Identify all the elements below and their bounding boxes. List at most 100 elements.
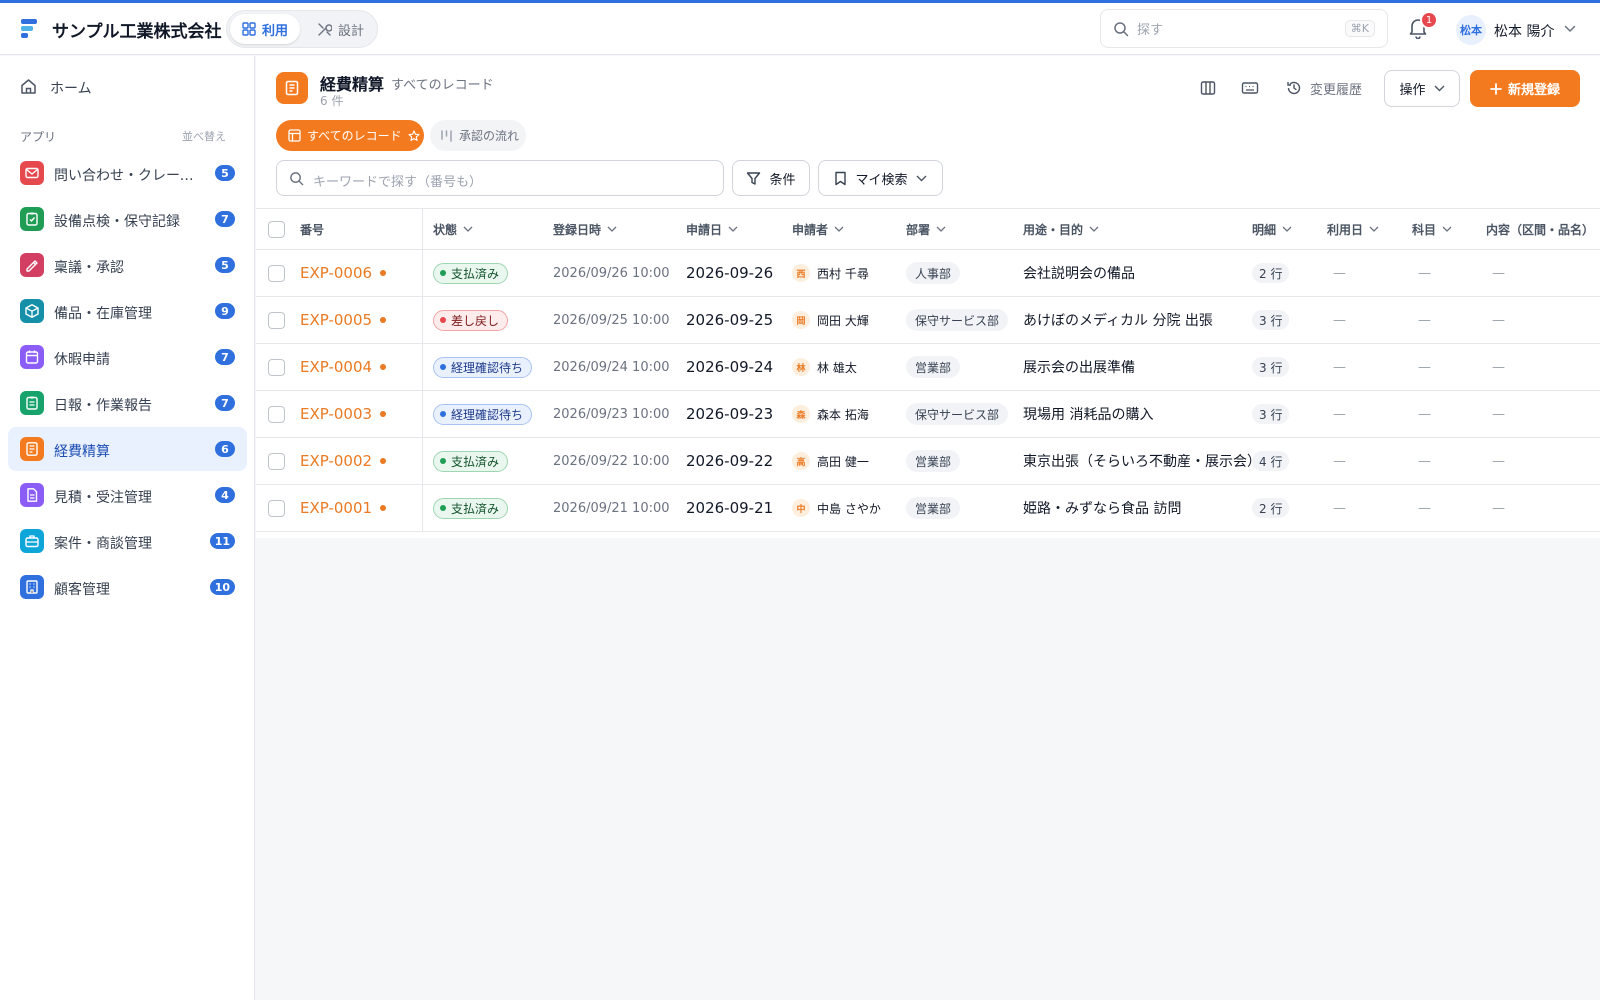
sidebar-app-item[interactable]: 設備点検・保守記録 7 — [8, 197, 247, 241]
row-checkbox[interactable] — [268, 499, 285, 517]
star-icon[interactable] — [408, 129, 420, 142]
keyword-search-input[interactable]: キーワードで探す（番号も） — [276, 160, 724, 196]
sidebar-app-item[interactable]: 顧客管理 10 — [8, 565, 247, 609]
row-checkbox[interactable] — [268, 358, 285, 376]
column-header-label: 登録日時 — [553, 222, 602, 237]
column-header[interactable]: 申請日 — [686, 209, 738, 249]
chevron-down-icon[interactable] — [1089, 226, 1099, 233]
mode-design-button[interactable]: 設計 — [305, 14, 376, 44]
tab-all-records[interactable]: すべてのレコード — [276, 120, 424, 151]
record-id-link[interactable]: EXP-0002 — [300, 438, 387, 484]
status-dot — [440, 458, 446, 464]
my-search-button[interactable]: マイ検索 — [818, 160, 943, 196]
columns-icon[interactable] — [1200, 80, 1216, 96]
table-row[interactable]: EXP-0006 支払済み 2026/09/26 10:00 2026-09-26 西西… — [256, 250, 1600, 297]
app-logo-icon[interactable] — [19, 17, 41, 39]
receipt-icon — [285, 80, 299, 96]
tab-approval-flow[interactable]: 承認の流れ — [430, 120, 526, 151]
sidebar-sort-button[interactable]: 並べ替え — [182, 128, 226, 144]
use-date-empty: — — [1333, 265, 1346, 281]
chevron-down-icon — [1434, 85, 1444, 92]
content-empty: — — [1492, 406, 1505, 422]
unread-dot — [380, 364, 387, 370]
table-row[interactable]: EXP-0005 差し戻し 2026/09/25 10:00 2026-09-25 岡岡… — [256, 297, 1600, 344]
operations-label: 操作 — [1399, 83, 1426, 98]
record-id-link[interactable]: EXP-0003 — [300, 391, 387, 437]
column-header[interactable]: 状態 — [433, 209, 473, 249]
applicant-name: 森本 拓海 — [817, 407, 869, 422]
chevron-down-icon[interactable] — [936, 226, 946, 233]
table-row[interactable]: EXP-0003 経理確認待ち 2026/09/23 10:00 2026-09-23… — [256, 391, 1600, 438]
row-checkbox[interactable] — [268, 311, 285, 329]
new-record-button[interactable]: 新規登録 — [1470, 70, 1580, 107]
column-header[interactable]: 部署 — [906, 209, 946, 249]
subject-empty: — — [1418, 265, 1431, 281]
row-checkbox[interactable] — [268, 452, 285, 470]
chevron-down-icon[interactable] — [463, 226, 473, 233]
row-checkbox[interactable] — [268, 405, 285, 423]
column-header[interactable]: 明細 — [1252, 209, 1292, 249]
chevron-down-icon[interactable] — [1564, 25, 1576, 33]
global-search-input[interactable]: 探す ⌘K — [1100, 9, 1388, 48]
sidebar-item-home[interactable]: ホーム — [8, 68, 247, 104]
column-header[interactable]: 科目 — [1412, 209, 1452, 249]
sidebar-app-item[interactable]: 見積・受注管理 4 — [8, 473, 247, 517]
chevron-down-icon[interactable] — [728, 226, 738, 233]
table-icon — [288, 129, 301, 142]
status-dot — [440, 317, 446, 323]
registered-datetime: 2026/09/24 10:00 — [553, 359, 670, 375]
applicant-cell: 林林 雄太 — [792, 344, 857, 390]
table-row[interactable]: EXP-0002 支払済み 2026/09/22 10:00 2026-09-22 高高… — [256, 438, 1600, 485]
sidebar-app-item[interactable]: 日報・作業報告 7 — [8, 381, 247, 425]
sidebar-app-item[interactable]: 経費精算 6 — [8, 427, 247, 471]
chevron-down-icon[interactable] — [1369, 226, 1379, 233]
sidebar-app-item[interactable]: 稟議・承認 5 — [8, 243, 247, 287]
table-row[interactable]: EXP-0001 支払済み 2026/09/21 10:00 2026-09-21 中中… — [256, 485, 1600, 532]
table-row[interactable]: EXP-0004 経理確認待ち 2026/09/24 10:00 2026-09-24… — [256, 344, 1600, 391]
column-header[interactable]: 申請者 — [792, 209, 844, 249]
sidebar-app-count: 6 — [215, 441, 235, 457]
request-date: 2026-09-22 — [686, 452, 774, 470]
line-count-badge: 3 行 — [1252, 310, 1290, 330]
mode-use-button[interactable]: 利用 — [230, 14, 301, 44]
keyboard-icon[interactable] — [1241, 80, 1259, 96]
column-header[interactable]: 利用日 — [1327, 209, 1379, 249]
department-cell: 営業部 — [906, 344, 961, 390]
chevron-down-icon[interactable] — [1442, 226, 1452, 233]
user-avatar[interactable]: 松本 — [1456, 15, 1486, 45]
registered-datetime: 2026/09/21 10:00 — [553, 500, 670, 516]
sidebar-app-item[interactable]: 案件・商談管理 11 — [8, 519, 247, 563]
column-header[interactable]: 内容（区間・品名） — [1486, 209, 1600, 249]
sidebar-app-label: 見積・受注管理 — [54, 490, 152, 506]
sidebar-app-list: 問い合わせ・クレーム管理 5 設備点検・保守記録 7 稟議・承認 5 備品・在庫管理 9 休暇申… — [8, 151, 247, 611]
sidebar-app-item[interactable]: 問い合わせ・クレーム管理 5 — [8, 151, 247, 195]
record-id-link[interactable]: EXP-0005 — [300, 297, 387, 343]
record-id-link[interactable]: EXP-0001 — [300, 485, 387, 531]
department-tag: 保守サービス部 — [906, 309, 1009, 331]
use-date-empty: — — [1333, 406, 1346, 422]
history-button[interactable]: 変更履歴 — [1286, 76, 1362, 100]
sidebar-app-item[interactable]: 休暇申請 7 — [8, 335, 247, 379]
column-header[interactable]: 用途・目的 — [1023, 209, 1099, 249]
subject-empty: — — [1418, 406, 1431, 422]
user-name[interactable]: 松本 陽介 — [1494, 21, 1554, 41]
chevron-down-icon[interactable] — [1282, 226, 1292, 233]
filter-button[interactable]: 条件 — [732, 160, 810, 196]
keyword-search-placeholder: キーワードで探す（番号も） — [313, 175, 483, 190]
column-header[interactable]: 番号 — [300, 209, 324, 249]
sidebar-app-item[interactable]: 備品・在庫管理 9 — [8, 289, 247, 333]
chevron-down-icon[interactable] — [607, 226, 617, 233]
column-header[interactable]: 登録日時 — [553, 209, 617, 249]
record-id-link[interactable]: EXP-0006 — [300, 250, 387, 296]
row-checkbox[interactable] — [268, 264, 285, 282]
row-select-cell — [268, 344, 285, 390]
chevron-down-icon[interactable] — [834, 226, 844, 233]
record-id-link[interactable]: EXP-0004 — [300, 344, 387, 390]
operations-button[interactable]: 操作 — [1384, 70, 1460, 107]
app-icon-badge — [20, 529, 44, 553]
column-header-label: 明細 — [1252, 222, 1277, 237]
registered-datetime: 2026/09/26 10:00 — [553, 265, 670, 281]
use-date-empty: — — [1333, 453, 1346, 469]
lines-cell: 3 行 — [1252, 344, 1290, 390]
select-all-checkbox[interactable] — [268, 220, 285, 238]
